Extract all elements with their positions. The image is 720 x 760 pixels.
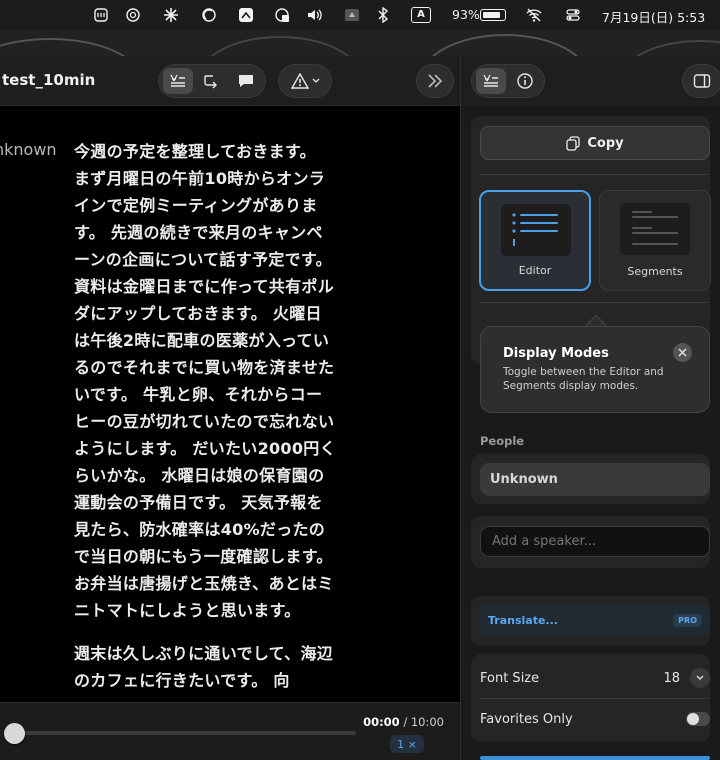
bluetooth-icon[interactable] bbox=[374, 6, 392, 24]
inspector-display-tab[interactable] bbox=[476, 68, 506, 94]
battery-icon[interactable] bbox=[480, 9, 506, 21]
editor-mode-thumbnail bbox=[501, 204, 571, 256]
translate-label: Translate... bbox=[488, 613, 558, 627]
chevron-down-icon bbox=[312, 78, 319, 83]
battery-percent: 93% bbox=[452, 7, 480, 22]
inspector-toolbar bbox=[461, 56, 720, 106]
desktop-wallpaper bbox=[0, 30, 720, 56]
popover-description: Toggle between the Editor and Segments d… bbox=[503, 366, 664, 392]
view-toolbar-group bbox=[158, 64, 266, 98]
editor-mode-card[interactable]: Editor bbox=[479, 190, 591, 291]
display-modes-popover: Display Modes Toggle between the Editor … bbox=[480, 326, 710, 413]
menu-bar: A 93% 7月19日(日) 5:53 bbox=[0, 0, 720, 30]
font-size-row: Font Size 18 bbox=[480, 668, 710, 688]
warning-triangle-icon bbox=[290, 73, 309, 89]
transcript-paragraph[interactable]: 週末は久しぶりに通いでして、海辺のカフェに行きたいです。 向 bbox=[74, 640, 336, 694]
openai-icon[interactable] bbox=[124, 6, 142, 24]
scrubber-track[interactable] bbox=[6, 731, 356, 735]
speech-bubble-icon bbox=[239, 75, 253, 87]
forward-button[interactable] bbox=[416, 64, 454, 98]
segments-mode-card[interactable]: Segments bbox=[599, 190, 711, 291]
speaker-label[interactable]: nknown bbox=[0, 140, 57, 159]
copy-button[interactable]: Copy bbox=[480, 126, 710, 160]
add-speaker-input[interactable] bbox=[480, 526, 710, 557]
font-size-value: 18 bbox=[663, 670, 680, 686]
current-time: 00:00 bbox=[363, 715, 400, 729]
moon-icon[interactable] bbox=[200, 6, 218, 24]
divider bbox=[480, 302, 710, 303]
popover-title: Display Modes bbox=[503, 346, 609, 361]
screenshot-app-icon[interactable] bbox=[237, 6, 255, 24]
font-size-control[interactable]: 18 bbox=[663, 668, 710, 688]
pro-badge: PRO bbox=[673, 613, 702, 627]
segments-mode-label: Segments bbox=[627, 265, 683, 278]
copy-button-label: Copy bbox=[587, 135, 624, 151]
control-center-icon[interactable] bbox=[564, 6, 582, 24]
divider bbox=[480, 698, 710, 699]
copy-icon bbox=[566, 135, 581, 151]
editor-preview-icon bbox=[512, 213, 558, 246]
favorites-only-label: Favorites Only bbox=[480, 711, 573, 727]
favorites-only-row: Favorites Only bbox=[480, 709, 710, 729]
favorites-only-toggle[interactable] bbox=[686, 712, 710, 726]
inspector-info-tab[interactable] bbox=[510, 68, 540, 94]
editor-view-button[interactable] bbox=[163, 68, 193, 94]
playback-bar: 00:00 / 10:00 1 × bbox=[0, 702, 460, 760]
keyboard-shield-icon[interactable] bbox=[92, 6, 110, 24]
warning-menu-button[interactable] bbox=[285, 68, 325, 94]
input-source-icon[interactable]: A bbox=[411, 7, 431, 23]
segments-mode-thumbnail bbox=[620, 203, 690, 255]
info-icon bbox=[517, 73, 533, 89]
bottom-action-button[interactable] bbox=[480, 756, 710, 760]
sidebar-toggle-icon bbox=[693, 74, 711, 88]
comment-button[interactable] bbox=[231, 68, 261, 94]
time-readout: 00:00 / 10:00 bbox=[363, 715, 444, 729]
transcript-text[interactable]: 今週の予定を整理しておきます。 まず月曜日の午前10時からオンラインで定例ミーテ… bbox=[74, 138, 336, 702]
divider bbox=[480, 174, 710, 175]
translate-button[interactable]: Translate... PRO bbox=[480, 604, 710, 636]
transcript-toolbar: test_10min bbox=[0, 56, 460, 106]
drive-icon[interactable] bbox=[343, 6, 361, 24]
font-size-dropdown[interactable] bbox=[690, 668, 710, 688]
document-title: test_10min bbox=[2, 71, 96, 89]
text-lines-icon bbox=[483, 74, 498, 87]
double-chevron-right-icon bbox=[428, 74, 443, 88]
warning-menu[interactable] bbox=[278, 64, 332, 98]
segments-view-button[interactable] bbox=[197, 68, 227, 94]
sparkle-icon[interactable] bbox=[162, 6, 180, 24]
total-time: / 10:00 bbox=[399, 715, 444, 729]
toggle-sidebar-button[interactable] bbox=[682, 64, 720, 98]
hotspot-icon[interactable] bbox=[273, 6, 291, 24]
close-icon bbox=[678, 348, 687, 357]
chevron-down-icon bbox=[696, 675, 704, 680]
indent-arrow-icon bbox=[204, 75, 217, 89]
font-size-label: Font Size bbox=[480, 670, 540, 686]
segments-preview-icon bbox=[632, 211, 678, 245]
people-section-label: People bbox=[480, 434, 525, 448]
editor-mode-label: Editor bbox=[518, 264, 552, 277]
volume-icon[interactable] bbox=[306, 6, 324, 24]
scrubber-knob[interactable] bbox=[4, 723, 25, 744]
transcript-pane: test_10min nknown 今週の予定を整理しておきます。 まず月曜日の… bbox=[0, 56, 460, 760]
inspector-tab-group bbox=[471, 64, 545, 98]
transcript-scroll-area[interactable]: nknown 今週の予定を整理しておきます。 まず月曜日の午前10時からオンライ… bbox=[0, 106, 460, 702]
speaker-unknown-field[interactable]: Unknown bbox=[480, 463, 710, 496]
playback-speed-button[interactable]: 1 × bbox=[390, 735, 424, 753]
popover-close-button[interactable] bbox=[673, 343, 692, 362]
wifi-off-icon[interactable] bbox=[525, 6, 543, 24]
text-lines-icon bbox=[170, 74, 185, 87]
menubar-clock[interactable]: 7月19日(日) 5:53 bbox=[602, 7, 705, 26]
app-window: test_10min nknown 今週の予定を整理しておきます。 まず月曜日の… bbox=[0, 56, 720, 760]
inspector-pane: Copy Editor Segments Display Modes Toggl… bbox=[461, 56, 720, 760]
transcript-paragraph[interactable]: 今週の予定を整理しておきます。 まず月曜日の午前10時からオンラインで定例ミーテ… bbox=[74, 138, 336, 624]
